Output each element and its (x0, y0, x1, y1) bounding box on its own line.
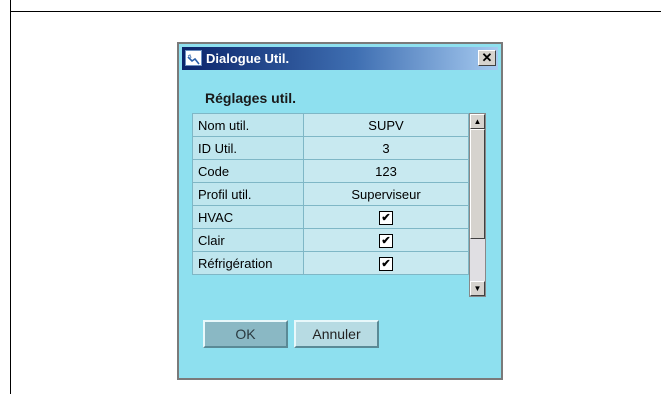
table-row: HVAC ✔ (192, 205, 469, 229)
close-icon[interactable]: ✕ (478, 50, 496, 66)
hvac-checkbox[interactable]: ✔ (379, 210, 393, 225)
app-icon (185, 50, 202, 66)
scroll-up-icon[interactable]: ▲ (470, 114, 485, 129)
row-label: ID Util. (192, 136, 304, 160)
profile-value[interactable]: Superviseur (303, 182, 469, 206)
table-row: Réfrigération ✔ (192, 251, 469, 275)
frame-top-border (10, 11, 661, 12)
dialog-title: Dialogue Util. (206, 51, 290, 66)
table-row: ID Util. 3 (192, 136, 469, 160)
table-row: Clair ✔ (192, 228, 469, 252)
scroll-down-icon[interactable]: ▼ (470, 281, 485, 296)
frame-left-border (10, 0, 11, 394)
user-dialog: Dialogue Util. ✕ Réglages util. Nom util… (177, 42, 503, 380)
username-value[interactable]: SUPV (303, 113, 469, 137)
cancel-button[interactable]: Annuler (294, 320, 379, 348)
clair-checkbox[interactable]: ✔ (379, 233, 393, 248)
table-row: Profil util. Superviseur (192, 182, 469, 206)
table-row: Nom util. SUPV (192, 113, 469, 137)
row-label: Profil util. (192, 182, 304, 206)
vertical-scrollbar[interactable]: ▲ ▼ (469, 113, 486, 297)
row-label: Code (192, 159, 304, 183)
user-id-value[interactable]: 3 (303, 136, 469, 160)
refrigeration-checkbox[interactable]: ✔ (379, 256, 393, 271)
table-row: Code 123 (192, 159, 469, 183)
row-label: Clair (192, 228, 304, 252)
row-label: HVAC (192, 205, 304, 229)
row-label: Nom util. (192, 113, 304, 137)
settings-table: Nom util. SUPV ID Util. 3 Code 123 Profi… (192, 113, 469, 275)
ok-button[interactable]: OK (203, 320, 288, 348)
scrollbar-thumb[interactable] (470, 129, 485, 239)
dialog-title-bar[interactable]: Dialogue Util. ✕ (182, 47, 498, 70)
row-label: Réfrigération (192, 251, 304, 275)
section-title: Réglages util. (205, 90, 297, 106)
code-value[interactable]: 123 (303, 159, 469, 183)
